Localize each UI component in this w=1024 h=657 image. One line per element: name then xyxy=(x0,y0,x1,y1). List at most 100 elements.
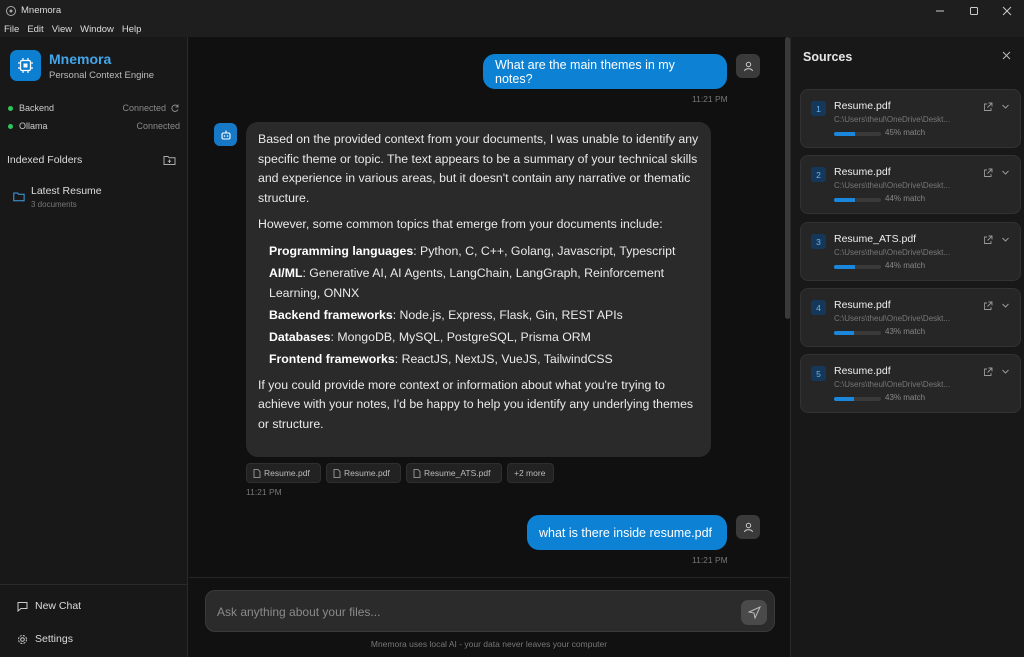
brand-subtitle: Personal Context Engine xyxy=(49,70,155,81)
close-icon[interactable] xyxy=(990,0,1024,21)
list-item-text: : Python, C, C++, Golang, Javascript, Ty… xyxy=(413,243,676,258)
chevron-down-icon[interactable] xyxy=(1001,301,1010,310)
settings-button[interactable]: Settings xyxy=(17,633,73,645)
message-input[interactable] xyxy=(217,602,717,622)
user-avatar xyxy=(736,515,760,539)
match-label: 44% match xyxy=(885,194,926,203)
match-bar-fill xyxy=(834,132,856,136)
match-label: 43% match xyxy=(885,393,926,402)
list-item-label: Frontend frameworks xyxy=(269,351,395,366)
source-name: Resume.pdf xyxy=(834,100,891,112)
source-path: C:\Users\theul\OneDrive\Deskt... xyxy=(834,115,951,124)
source-card[interactable]: 1 Resume.pdf C:\Users\theul\OneDrive\Des… xyxy=(800,89,1021,148)
match-bar xyxy=(834,331,881,335)
minimize-icon[interactable] xyxy=(923,0,957,21)
list-item: Frontend frameworks: ReactJS, NextJS, Vu… xyxy=(269,349,699,369)
message-timestamp: 11:21 PM xyxy=(246,487,282,497)
message-input-box[interactable] xyxy=(205,590,775,632)
user-message-text: what is there inside resume.pdf xyxy=(539,525,713,540)
match-label: 43% match xyxy=(885,327,926,336)
list-item-text: : ReactJS, NextJS, VueJS, TailwindCSS xyxy=(394,351,613,366)
source-card[interactable]: 2 Resume.pdf C:\Users\theul\OneDrive\Des… xyxy=(800,155,1021,214)
list-item: Databases: MongoDB, MySQL, PostgreSQL, P… xyxy=(269,327,699,347)
match-bar-fill xyxy=(834,265,855,269)
assistant-paragraph: However, some common topics that emerge … xyxy=(258,217,663,231)
settings-label: Settings xyxy=(35,633,73,645)
message-timestamp: 11:21 PM xyxy=(692,94,728,104)
menu-bar: File Edit View Window Help xyxy=(0,21,1024,37)
match-bar-fill xyxy=(834,397,855,401)
list-item-label: Databases xyxy=(269,329,331,344)
source-name: Resume.pdf xyxy=(834,365,891,377)
user-avatar xyxy=(736,54,760,78)
source-rank: 1 xyxy=(811,101,826,116)
menu-help[interactable]: Help xyxy=(122,24,142,35)
external-link-icon[interactable] xyxy=(983,301,993,311)
window-title: Mnemora xyxy=(21,5,62,16)
menu-view[interactable]: View xyxy=(52,24,72,35)
external-link-icon[interactable] xyxy=(983,367,993,377)
chevron-down-icon[interactable] xyxy=(1001,367,1010,376)
maximize-icon[interactable] xyxy=(957,0,991,21)
chevron-down-icon[interactable] xyxy=(1001,168,1010,177)
menu-window[interactable]: Window xyxy=(80,24,114,35)
sidebar-bottom: New Chat Settings xyxy=(0,584,188,657)
add-folder-icon[interactable] xyxy=(163,154,176,166)
refresh-icon[interactable] xyxy=(170,103,180,113)
match-bar xyxy=(834,397,881,401)
list-item: Backend frameworks: Node.js, Express, Fl… xyxy=(269,305,699,325)
source-card[interactable]: 3 Resume_ATS.pdf C:\Users\theul\OneDrive… xyxy=(800,222,1021,281)
external-link-icon[interactable] xyxy=(983,102,993,112)
source-rank: 3 xyxy=(811,234,826,249)
assistant-paragraph: If you could provide more context or inf… xyxy=(258,377,694,431)
list-item-label: Backend frameworks xyxy=(269,307,393,322)
folder-item[interactable]: Latest Resume 3 documents xyxy=(13,185,178,211)
match-label: 44% match xyxy=(885,261,926,270)
indexed-folders-title: Indexed Folders xyxy=(7,154,83,166)
source-chip-label: Resume_ATS.pdf xyxy=(424,468,491,478)
source-path: C:\Users\theul\OneDrive\Deskt... xyxy=(834,248,951,257)
source-rank: 5 xyxy=(811,366,826,381)
chevron-down-icon[interactable] xyxy=(1001,235,1010,244)
source-path: C:\Users\theul\OneDrive\Deskt... xyxy=(834,181,951,190)
source-chip-label: Resume.pdf xyxy=(264,468,310,478)
source-chip[interactable]: Resume.pdf xyxy=(246,463,321,483)
source-card[interactable]: 5 Resume.pdf C:\Users\theul\OneDrive\Des… xyxy=(800,354,1021,413)
new-chat-button[interactable]: New Chat xyxy=(17,600,81,612)
folder-name: Latest Resume xyxy=(31,185,102,197)
assistant-paragraph: Based on the provided context from your … xyxy=(258,132,699,205)
send-button[interactable] xyxy=(741,600,767,625)
bot-icon xyxy=(220,130,231,140)
match-bar-fill xyxy=(834,198,855,202)
list-item: Programming languages: Python, C, C++, G… xyxy=(269,241,699,261)
list-item-text: : MongoDB, MySQL, PostgreSQL, Prisma ORM xyxy=(330,329,591,344)
source-chip[interactable]: Resume.pdf xyxy=(326,463,401,483)
more-sources-chip[interactable]: +2 more xyxy=(507,463,554,483)
chat-icon xyxy=(17,601,28,612)
menu-file[interactable]: File xyxy=(4,24,19,35)
match-bar xyxy=(834,132,881,136)
external-link-icon[interactable] xyxy=(983,235,993,245)
status-ollama: Ollama Connected xyxy=(8,120,180,132)
status-backend: Backend Connected xyxy=(8,102,180,114)
match-label: 45% match xyxy=(885,128,926,137)
external-link-icon[interactable] xyxy=(983,168,993,178)
status-value: Connected xyxy=(136,121,180,131)
source-chip[interactable]: Resume_ATS.pdf xyxy=(406,463,502,483)
assistant-avatar xyxy=(214,123,237,146)
user-message: What are the main themes in my notes? xyxy=(483,54,727,89)
chevron-down-icon[interactable] xyxy=(1001,102,1010,111)
source-name: Resume.pdf xyxy=(834,166,891,178)
source-card[interactable]: 4 Resume.pdf C:\Users\theul\OneDrive\Des… xyxy=(800,288,1021,347)
close-icon[interactable] xyxy=(1002,51,1011,60)
sources-panel: Sources 1 Resume.pdf C:\Users\theul\OneD… xyxy=(790,37,1024,657)
gear-icon xyxy=(18,634,27,644)
user-message: what is there inside resume.pdf xyxy=(527,515,727,550)
list-item: AI/ML: Generative AI, AI Agents, LangCha… xyxy=(269,263,699,303)
sidebar: Mnemora Personal Context Engine Backend … xyxy=(0,37,188,657)
more-sources-label: +2 more xyxy=(514,468,546,478)
status-dot xyxy=(8,123,13,129)
source-name: Resume_ATS.pdf xyxy=(834,233,917,245)
brand-logo-icon xyxy=(10,50,41,81)
menu-edit[interactable]: Edit xyxy=(27,24,43,35)
